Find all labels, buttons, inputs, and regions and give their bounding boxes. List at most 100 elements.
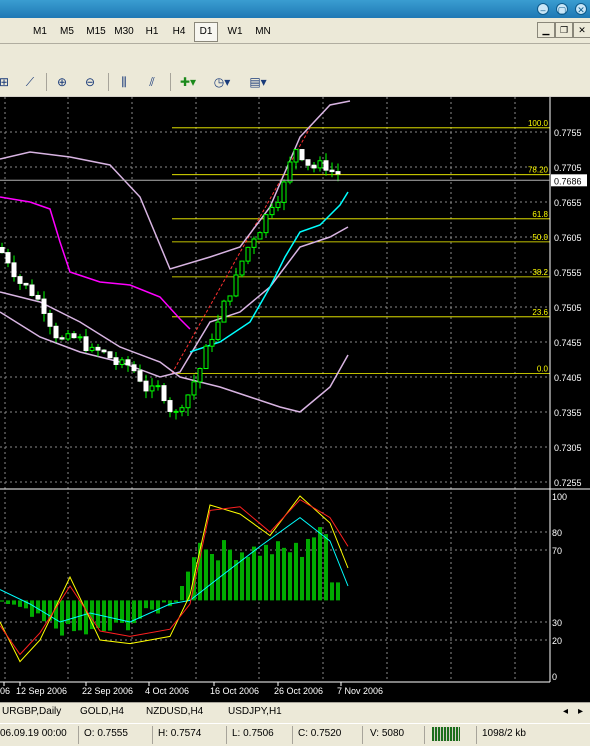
title-bar: – ▢ ✕: [0, 0, 590, 18]
chart-canvas[interactable]: 100.0 78.20 61.8 50.0 38.2 23.6 0.0 100 80 70 30 2…: [0, 97, 590, 702]
candle-body: [131, 364, 137, 372]
timeframe-h1[interactable]: H1: [140, 22, 164, 42]
parabolic-sar: [189, 191, 349, 353]
zoom-out-icon[interactable]: ⊖: [80, 73, 100, 91]
timeframe-h4[interactable]: H4: [167, 22, 191, 42]
oscillator-bar: [222, 540, 226, 601]
tab-scroll-right-icon[interactable]: ▸: [578, 706, 583, 717]
line-chart-icon[interactable]: ⟋: [20, 73, 40, 91]
timeframe-m1[interactable]: M1: [28, 22, 52, 42]
candle-body: [221, 300, 227, 323]
status-bar: 06.09.19 00:00 O: 0.7555 H: 0.7574 L: 0.…: [0, 723, 590, 746]
oscillator-bar: [228, 549, 232, 601]
candle-body: [227, 295, 233, 302]
oscillator-bar: [18, 600, 22, 607]
close-icon[interactable]: ✕: [575, 3, 587, 15]
oscillator-bar: [36, 600, 40, 614]
candle-body: [185, 394, 191, 409]
oscillator-axis-label: 100: [552, 492, 567, 502]
candle-body: [161, 385, 167, 402]
autoscroll-icon[interactable]: ⫽: [142, 73, 162, 91]
chart-tabs: URGBP,Daily GOLD,H4 NZDUSD,H4 USDJPY,H1 …: [0, 702, 590, 723]
candle-body: [137, 370, 143, 382]
tab-nzdusd[interactable]: NZDUSD,H4: [146, 706, 203, 717]
maximize-icon[interactable]: ▢: [556, 3, 568, 15]
chart-shift-icon[interactable]: ⫼: [114, 73, 134, 91]
candle-body: [53, 325, 59, 339]
candle-body: [317, 160, 323, 169]
candle-body: [77, 336, 83, 339]
zoom-in-icon[interactable]: ⊕: [52, 73, 72, 91]
candle-body: [269, 206, 275, 216]
oscillator-bar: [330, 582, 334, 601]
oscillator-bar: [270, 554, 274, 601]
candle-body: [47, 312, 53, 327]
minimize-icon[interactable]: –: [537, 3, 549, 15]
oscillator-bar: [264, 544, 268, 601]
candle-body: [275, 201, 281, 208]
templates-icon[interactable]: ▤▾: [248, 73, 268, 91]
candlesticks: [0, 148, 341, 420]
oscillator-bar: [210, 553, 214, 601]
tab-eurgbp[interactable]: URGBP,Daily: [2, 706, 61, 717]
oscillator-bar: [126, 600, 130, 631]
oscillator-bar: [108, 600, 112, 631]
price-axis-label: 0.7255: [554, 478, 582, 488]
candle-body: [155, 385, 161, 388]
timeframe-d1[interactable]: D1: [194, 22, 218, 42]
child-restore-icon[interactable]: ❐: [555, 22, 573, 38]
date-axis-label: 16 Oct 2006: [210, 686, 259, 696]
oscillator-bar: [72, 600, 76, 632]
oscillator-bar: [312, 537, 316, 601]
fib-level-label: 78.20: [528, 166, 549, 175]
candle-body: [263, 214, 269, 234]
current-price-label: 0.7686: [554, 176, 582, 186]
candle-body: [83, 336, 89, 352]
chart-toolbar: ⊞ ⟋ ⊕ ⊖ ⫼ ⫽ ✚▾ ◷▾ ▤▾: [0, 44, 590, 96]
candle-body: [119, 359, 125, 365]
oscillator-bar: [138, 600, 142, 619]
tab-usdjpy[interactable]: USDJPY,H1: [228, 706, 282, 717]
bollinger-lower: [0, 291, 349, 413]
price-chart[interactable]: 100.0 78.20 61.8 50.0 38.2 23.6 0.0 100 80 70 30 2…: [0, 97, 590, 702]
oscillator-bar: [258, 555, 262, 601]
timeframe-m15[interactable]: M15: [82, 22, 110, 42]
periods-icon[interactable]: ◷▾: [212, 73, 232, 91]
price-axis-label: 0.7505: [554, 303, 582, 313]
fib-level-label: 61.8: [532, 210, 548, 219]
date-axis-label: 7 Nov 2006: [337, 686, 383, 696]
oscillator-bar: [0, 600, 4, 602]
candle-body: [113, 357, 119, 365]
oscillator-axis-label: 30: [552, 618, 562, 628]
child-close-icon[interactable]: ✕: [573, 22, 590, 38]
price-axis-label: 0.7655: [554, 198, 582, 208]
oscillator-bar: [162, 600, 166, 603]
timeframe-m5[interactable]: M5: [55, 22, 79, 42]
candle-body: [89, 346, 95, 352]
tab-gold[interactable]: GOLD,H4: [80, 706, 124, 717]
oscillator-bar: [30, 600, 34, 617]
timeframe-w1[interactable]: W1: [223, 22, 247, 42]
price-axis-label: 0.7305: [554, 443, 582, 453]
oscillator-axis-label: 0: [552, 672, 557, 682]
bollinger-upper: [0, 100, 351, 270]
fib-level-label: 50.0: [532, 233, 548, 242]
candle-body: [0, 247, 5, 254]
candle-body: [311, 164, 317, 169]
fib-level-label: 100.0: [528, 119, 549, 128]
oscillator-bar: [180, 586, 184, 601]
status-close: C: 0.7520: [298, 728, 342, 739]
timeframe-m30[interactable]: M30: [110, 22, 138, 42]
crosshair-icon[interactable]: ⊞: [0, 73, 14, 91]
candle-body: [215, 321, 221, 340]
candle-body: [293, 149, 299, 163]
candle-body: [209, 338, 215, 347]
oscillator-bar: [294, 542, 298, 601]
tab-scroll-left-icon[interactable]: ◂: [563, 706, 568, 717]
oscillator-bar: [246, 556, 250, 601]
timeframe-mn[interactable]: MN: [250, 22, 276, 42]
child-minimize-icon[interactable]: ▁: [537, 22, 555, 38]
candle-body: [5, 252, 11, 264]
date-axis-label: 22 Sep 2006: [82, 686, 133, 696]
new-indicator-icon[interactable]: ✚▾: [178, 73, 198, 91]
